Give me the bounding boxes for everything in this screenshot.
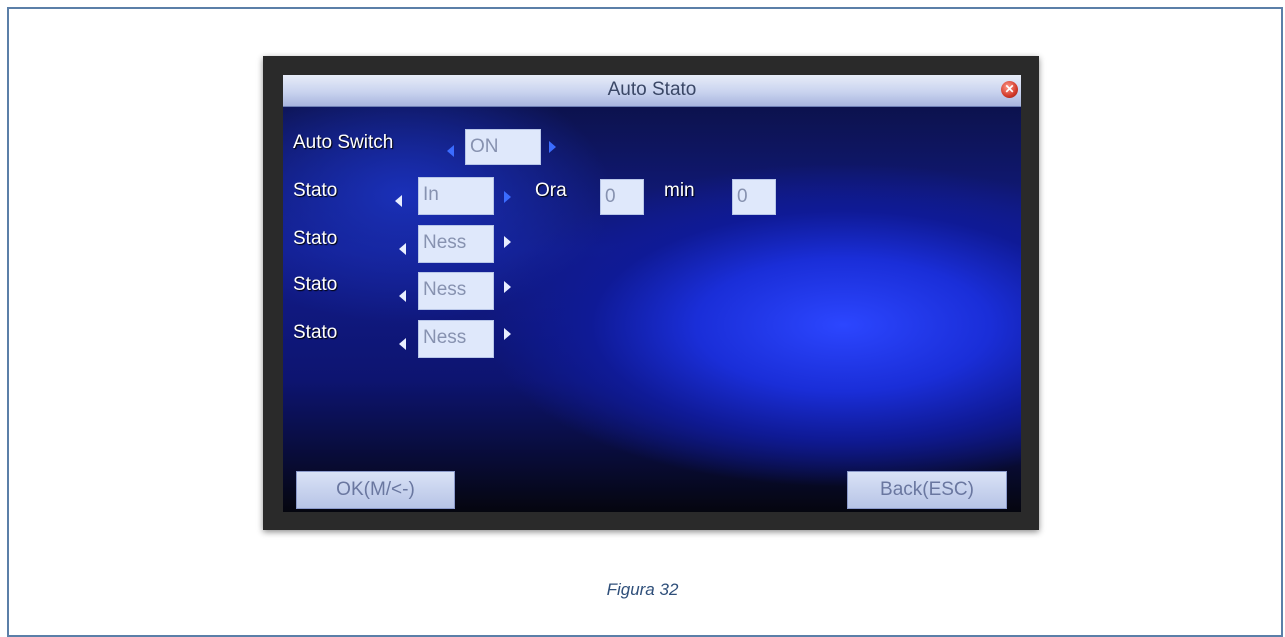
- figure-caption: Figura 32: [606, 580, 679, 599]
- stato-2-label: Stato: [293, 228, 338, 249]
- ora-value-field[interactable]: 0: [600, 179, 644, 215]
- window-title: Auto Stato: [607, 79, 697, 100]
- stato-4-label: Stato: [293, 322, 338, 343]
- auto-switch-label: Auto Switch: [293, 132, 394, 153]
- ok-button[interactable]: OK(M/<-): [296, 471, 455, 509]
- stato-1-next-arrow-icon[interactable]: [504, 191, 511, 203]
- auto-switch-prev-arrow-icon[interactable]: [447, 145, 454, 157]
- stato-4-value-field[interactable]: Ness: [418, 320, 494, 358]
- title-bar: Auto Stato ✕: [283, 75, 1021, 107]
- close-icon[interactable]: ✕: [1001, 81, 1018, 98]
- min-value-field[interactable]: 0: [732, 179, 776, 215]
- stato-4-next-arrow-icon[interactable]: [504, 328, 511, 340]
- stato-3-next-arrow-icon[interactable]: [504, 281, 511, 293]
- stato-2-prev-arrow-icon[interactable]: [399, 243, 406, 255]
- stato-3-value-field[interactable]: Ness: [418, 272, 494, 310]
- ora-label: Ora: [535, 180, 567, 201]
- auto-switch-next-arrow-icon[interactable]: [549, 141, 556, 153]
- stato-3-prev-arrow-icon[interactable]: [399, 290, 406, 302]
- stato-1-prev-arrow-icon[interactable]: [395, 195, 402, 207]
- device-screen: Auto Stato ✕ Auto Switch ON Stato In Ora…: [283, 75, 1021, 512]
- stato-3-label: Stato: [293, 274, 338, 295]
- stato-1-label: Stato: [293, 180, 338, 201]
- stato-2-value-field[interactable]: Ness: [418, 225, 494, 263]
- back-button[interactable]: Back(ESC): [847, 471, 1007, 509]
- stato-4-prev-arrow-icon[interactable]: [399, 338, 406, 350]
- auto-switch-value-field[interactable]: ON: [465, 129, 541, 165]
- stato-2-next-arrow-icon[interactable]: [504, 236, 511, 248]
- stato-1-value-field[interactable]: In: [418, 177, 494, 215]
- min-label: min: [664, 180, 695, 201]
